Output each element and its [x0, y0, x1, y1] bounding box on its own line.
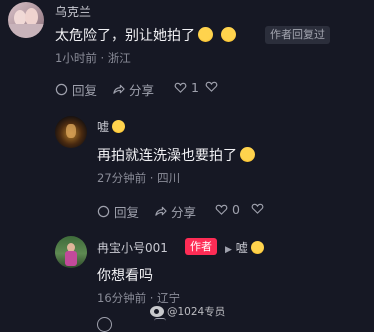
comment-text: 再拍就连洗澡也要拍了 [97, 145, 255, 165]
avatar[interactable] [55, 116, 87, 148]
reply-button[interactable]: 回复 [97, 202, 139, 221]
share-button[interactable]: 分享 [112, 80, 154, 99]
share-label: 分享 [129, 83, 155, 98]
like-count: 1 [191, 80, 199, 95]
heart-icon [174, 82, 187, 93]
reply-icon [97, 205, 110, 218]
reply-to: ▶ 嘘 [225, 239, 264, 256]
reply-arrow-icon: ▶ [225, 245, 232, 255]
share-button[interactable]: 分享 [154, 202, 196, 221]
watermark-text: @1024专员 [167, 306, 226, 318]
username-text: 嘘 [97, 120, 110, 134]
share-arrow-icon [155, 206, 167, 216]
reply-icon [55, 83, 68, 96]
comment-text-content: 太危险了，别让她拍了 [55, 28, 195, 44]
face-emoji-icon [112, 120, 126, 133]
comment-username[interactable]: 嘘 [97, 118, 126, 135]
dislike-button[interactable] [251, 202, 264, 215]
comment-username[interactable]: 乌克兰 [55, 3, 91, 20]
avatar[interactable] [8, 2, 44, 38]
share-label: 分享 [171, 205, 197, 220]
author-replied-badge: 作者回复过 [265, 26, 330, 44]
broken-heart-icon [205, 81, 218, 92]
author-badge: 作者 [185, 238, 217, 255]
comment-username[interactable]: 冉宝小号001 [97, 239, 168, 256]
watermark: @1024专员 [150, 304, 225, 319]
share-arrow-icon [113, 84, 125, 94]
comment-time-location: 1小时前 · 浙江 [55, 51, 131, 65]
like-button[interactable]: 0 [215, 202, 240, 217]
avatar[interactable] [55, 236, 87, 268]
reply-button[interactable]: 回复 [55, 80, 97, 99]
like-button[interactable]: 1 [174, 80, 199, 95]
laughing-crying-emoji-icon [221, 27, 236, 42]
comment-time-location: 27分钟前 · 四川 [97, 171, 181, 185]
laughing-crying-emoji-icon [198, 27, 213, 42]
reply-label: 回复 [114, 205, 140, 220]
broken-heart-icon [251, 203, 264, 214]
face-emoji-icon [250, 241, 264, 254]
reply-icon[interactable] [97, 317, 112, 332]
reply-label: 回复 [72, 83, 98, 98]
comment-text-content: 再拍就连洗澡也要拍了 [97, 148, 237, 164]
weibo-logo-icon [150, 306, 164, 317]
like-count: 0 [232, 202, 240, 217]
heart-icon [215, 204, 228, 215]
smile-emoji-icon [240, 147, 255, 162]
comment-text: 你想看吗 [97, 268, 153, 284]
dislike-button[interactable] [205, 80, 218, 93]
reply-to-username[interactable]: 嘘 [236, 241, 248, 255]
comment-text: 太危险了，别让她拍了 [55, 25, 236, 45]
